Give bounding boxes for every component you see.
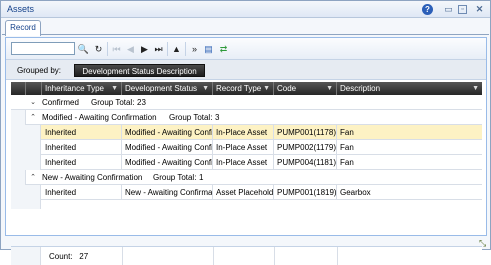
cell-record-type: Asset Placeholde xyxy=(213,185,274,200)
count-label: Count: 27 xyxy=(49,252,88,261)
row-gutter xyxy=(11,155,41,170)
column-header-code[interactable]: Code ▼ xyxy=(274,82,337,95)
tab-record[interactable]: Record xyxy=(5,20,41,36)
table-row[interactable]: Inherited Modified - Awaiting Confi In-P… xyxy=(11,155,482,170)
header-gutter xyxy=(26,82,42,95)
filter-icon[interactable]: ▼ xyxy=(202,82,209,95)
group-label: Modified - Awaiting Confirmation xyxy=(42,113,157,122)
help-icon[interactable]: ? xyxy=(422,4,433,15)
group-total-value: 3 xyxy=(215,113,220,122)
group-total-value: 23 xyxy=(137,98,146,107)
column-label: Code xyxy=(277,84,297,93)
column-label: Inheritance Type xyxy=(45,84,105,93)
refresh-icon[interactable]: ↻ xyxy=(92,42,105,56)
window-title: Assets xyxy=(7,4,35,14)
up-icon[interactable]: ▲ xyxy=(170,42,183,56)
toolbar-separator xyxy=(107,42,108,56)
cell-code: PUMP001(1178) xyxy=(274,125,337,140)
row-gutter xyxy=(11,185,41,200)
group-label: Confirmed xyxy=(42,98,79,107)
group-total-label: Group Total: xyxy=(153,173,197,182)
cell-description: Gearbox xyxy=(340,188,371,197)
grouped-by-label: Grouped by: xyxy=(17,66,62,75)
cell-record-type: In-Place Asset xyxy=(213,140,274,155)
cell-development-status: Modified - Awaiting Confi xyxy=(122,125,213,140)
cell-development-status: Modified - Awaiting Confi xyxy=(122,155,213,170)
group-field-chip[interactable]: Development Status Description xyxy=(74,64,205,77)
cell-description: Fan xyxy=(340,158,354,167)
export-icon[interactable]: ▤ xyxy=(202,42,215,56)
column-header-development-status[interactable]: Development Status ▼ xyxy=(122,82,213,95)
count-text: Count: xyxy=(49,252,73,261)
toolbar: 🔍 ↻ ⏮ ◀ ▶ ⏭ ▲ » ▤ ⇄ xyxy=(6,38,486,60)
row-gutter xyxy=(11,170,26,185)
cell-inheritance-type: Inherited xyxy=(42,185,122,200)
filter-icon[interactable]: ▼ xyxy=(111,82,118,95)
cell-code: PUMP002(1179) xyxy=(274,140,337,155)
tab-bar: Record xyxy=(2,19,489,36)
collapse-icon[interactable]: ⌄ xyxy=(28,95,38,110)
column-label: Description xyxy=(340,84,381,93)
cell-code: PUMP004(1181) xyxy=(274,155,337,170)
filter-icon[interactable]: ▼ xyxy=(326,82,333,95)
expand-all-icon[interactable]: » xyxy=(188,42,201,56)
column-header-inheritance-type[interactable]: Inheritance Type ▼ xyxy=(42,82,122,95)
cell-development-status: Modified - Awaiting Confi xyxy=(122,140,213,155)
cell-description: Fan xyxy=(340,128,354,137)
last-page-icon[interactable]: ⏭ xyxy=(152,42,165,56)
group-total-label: Group Total: xyxy=(169,113,213,122)
header-gutter xyxy=(11,82,26,95)
title-bar: Assets ? ▭ ▫ ✕ xyxy=(1,1,490,18)
cell-inheritance-type: Inherited xyxy=(42,140,122,155)
prev-page-icon[interactable]: ◀ xyxy=(124,42,137,56)
filter-icon[interactable]: ▼ xyxy=(472,82,479,95)
group-row-modified[interactable]: ⌃ Modified - Awaiting Confirmation Group… xyxy=(11,110,482,125)
assets-window: Assets ? ▭ ▫ ✕ Record 🔍 ↻ ⏮ ◀ ▶ ⏭ ▲ » ▤ … xyxy=(0,0,491,265)
row-gutter xyxy=(11,110,26,125)
cell-record-type: In-Place Asset xyxy=(213,155,274,170)
table-row[interactable]: Inherited Modified - Awaiting Confi In-P… xyxy=(11,125,482,140)
group-row-confirmed[interactable]: ⌄ Confirmed Group Total: 23 xyxy=(11,95,482,110)
filter-icon[interactable]: ▼ xyxy=(263,82,270,95)
count-value: 27 xyxy=(79,252,89,261)
row-gutter xyxy=(11,125,41,140)
cell-development-status: New - Awaiting Confirma xyxy=(122,185,213,200)
restore-icon[interactable]: ▫ xyxy=(458,5,467,14)
column-label: Development Status xyxy=(125,84,198,93)
group-label: New - Awaiting Confirmation xyxy=(42,173,143,182)
row-gutter xyxy=(11,140,41,155)
table-row[interactable]: Inherited New - Awaiting Confirma Asset … xyxy=(11,185,482,200)
column-header-description[interactable]: Description ▼ xyxy=(337,82,482,95)
row-gutter xyxy=(11,200,41,209)
column-label: Record Type xyxy=(216,84,262,93)
table-row[interactable]: Inherited Modified - Awaiting Confi In-P… xyxy=(11,140,482,155)
grouping-bar: Grouped by: Development Status Descripti… xyxy=(6,60,486,80)
first-page-icon[interactable]: ⏮ xyxy=(110,42,123,56)
search-input[interactable] xyxy=(11,42,75,55)
cell-inheritance-type: Inherited xyxy=(42,125,122,140)
group-total-label: Group Total: xyxy=(91,98,135,107)
group-total-value: 1 xyxy=(199,173,204,182)
cell-description: Fan xyxy=(340,143,354,152)
empty-row xyxy=(11,200,482,209)
cell-code: PUMP001(1819) xyxy=(274,185,337,200)
resize-handle-icon[interactable]: ⤡ xyxy=(479,238,486,249)
cell-inheritance-type: Inherited xyxy=(42,155,122,170)
grid-footer: Count: 27 xyxy=(11,246,482,265)
toolbar-separator xyxy=(167,42,168,56)
record-panel: 🔍 ↻ ⏮ ◀ ▶ ⏭ ▲ » ▤ ⇄ Grouped by: Developm… xyxy=(5,37,487,265)
expand-icon[interactable]: ⌃ xyxy=(28,110,38,125)
close-icon[interactable]: ✕ xyxy=(474,4,485,15)
column-header-record-type[interactable]: Record Type ▼ xyxy=(213,82,274,95)
toolbar-separator xyxy=(185,42,186,56)
minimize-icon[interactable]: ▭ xyxy=(443,4,454,15)
expand-icon[interactable]: ⌃ xyxy=(28,170,38,185)
next-page-icon[interactable]: ▶ xyxy=(138,42,151,56)
group-row-new[interactable]: ⌃ New - Awaiting Confirmation Group Tota… xyxy=(11,170,482,185)
grid-header: Inheritance Type ▼ Development Status ▼ … xyxy=(11,82,482,95)
search-icon[interactable]: 🔍 xyxy=(77,42,90,56)
sync-icon[interactable]: ⇄ xyxy=(217,42,230,56)
cell-record-type: In-Place Asset xyxy=(213,125,274,140)
